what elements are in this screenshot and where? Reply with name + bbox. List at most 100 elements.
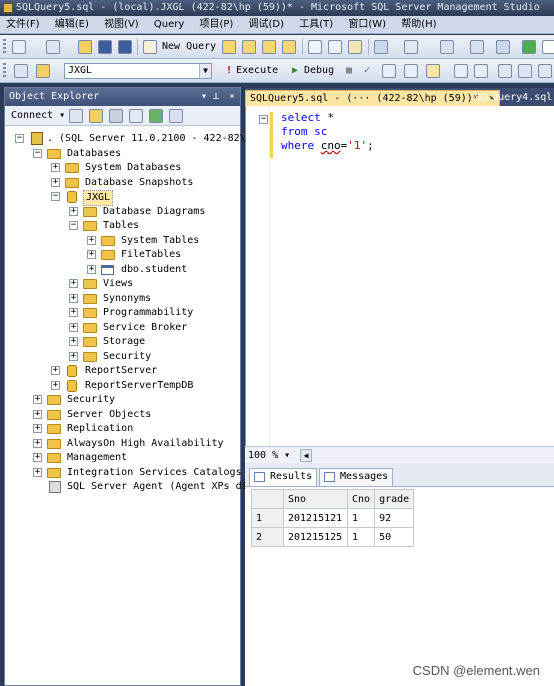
- results-to-text-icon[interactable]: [498, 64, 512, 78]
- change-connection-icon[interactable]: [36, 64, 50, 78]
- cell-sno[interactable]: 201215121: [283, 508, 348, 528]
- menu-window[interactable]: 窗口(W): [342, 16, 392, 33]
- row-number[interactable]: 2: [251, 527, 284, 547]
- pin-icon[interactable]: ▾ ⊥: [201, 88, 219, 106]
- connect-icon[interactable]: [14, 64, 28, 78]
- connect-dropdown[interactable]: Connect ▾: [11, 110, 65, 121]
- expand-icon[interactable]: +: [33, 468, 42, 477]
- refresh-icon[interactable]: [149, 109, 163, 123]
- collapse-region-icon[interactable]: −: [259, 115, 268, 124]
- save-all-icon[interactable]: [118, 40, 132, 54]
- expand-icon[interactable]: +: [69, 294, 78, 303]
- menu-edit[interactable]: 编辑(E): [49, 16, 95, 33]
- expand-icon[interactable]: +: [33, 439, 42, 448]
- expand-icon[interactable]: +: [69, 323, 78, 332]
- debug-play-icon[interactable]: ▶: [292, 64, 298, 78]
- expand-icon[interactable]: +: [87, 236, 96, 245]
- expand-icon[interactable]: +: [87, 250, 96, 259]
- expand-icon[interactable]: +: [69, 337, 78, 346]
- menu-view[interactable]: 视图(V): [98, 16, 145, 33]
- menu-tools[interactable]: 工具(T): [293, 16, 339, 33]
- cell-cno[interactable]: 1: [346, 508, 376, 528]
- cancel-query-icon[interactable]: ■: [346, 64, 352, 78]
- column-header-grade[interactable]: grade: [374, 489, 415, 509]
- collapse-icon[interactable]: −: [15, 134, 24, 143]
- toolbar-grip[interactable]: [3, 63, 6, 79]
- expand-icon[interactable]: +: [51, 178, 60, 187]
- menu-file[interactable]: 文件(F): [0, 16, 46, 33]
- expand-icon[interactable]: +: [33, 424, 42, 433]
- cell-grade[interactable]: 92: [374, 508, 415, 528]
- menu-project[interactable]: 项目(P): [193, 16, 239, 33]
- navigate-backward-icon[interactable]: [440, 40, 454, 54]
- expand-icon[interactable]: +: [33, 453, 42, 462]
- tab-results[interactable]: Results: [249, 468, 318, 486]
- client-statistics-icon[interactable]: [474, 64, 488, 78]
- toolbar-grip[interactable]: [3, 39, 6, 55]
- menu-help[interactable]: 帮助(H): [395, 16, 442, 33]
- connect-object-icon[interactable]: [69, 109, 83, 123]
- undo-icon[interactable]: [374, 40, 388, 54]
- add-item-icon[interactable]: [46, 40, 60, 54]
- display-estimated-plan-icon[interactable]: [382, 64, 396, 78]
- disconnect-icon[interactable]: [89, 109, 103, 123]
- collapse-icon[interactable]: −: [51, 192, 60, 201]
- results-to-file-icon[interactable]: [518, 64, 532, 78]
- collapse-icon[interactable]: −: [33, 149, 42, 158]
- mdx-query-icon[interactable]: [262, 40, 276, 54]
- debug-button[interactable]: Debug: [304, 64, 334, 78]
- row-number[interactable]: 1: [251, 508, 284, 528]
- sql-query-editor[interactable]: − select * from sc where cno='1';: [245, 106, 554, 446]
- zoom-select[interactable]: 100 % ▾: [248, 449, 298, 462]
- open-file-icon[interactable]: [78, 40, 92, 54]
- stop-icon[interactable]: [109, 109, 123, 123]
- available-databases-select[interactable]: JXGL ▼: [64, 63, 212, 79]
- grid-corner[interactable]: [251, 489, 284, 509]
- solution-config-icon[interactable]: [542, 40, 554, 54]
- start-powershell-icon[interactable]: [169, 109, 183, 123]
- results-to-grid-icon[interactable]: [426, 64, 440, 78]
- analysis-query-icon[interactable]: [242, 40, 256, 54]
- new-project-icon[interactable]: [12, 40, 26, 54]
- menu-query[interactable]: Query: [148, 16, 190, 33]
- tab-messages[interactable]: Messages: [319, 468, 394, 486]
- execute-icon[interactable]: !: [226, 64, 232, 78]
- parse-checkmark-icon[interactable]: ✓: [364, 64, 370, 78]
- db-engine-query-icon[interactable]: [222, 40, 236, 54]
- include-plan-icon[interactable]: [454, 64, 468, 78]
- expand-icon[interactable]: +: [51, 381, 60, 390]
- cell-grade[interactable]: 50: [374, 527, 415, 547]
- dmx-query-icon[interactable]: [282, 40, 296, 54]
- expand-icon[interactable]: +: [33, 395, 42, 404]
- execute-button[interactable]: Execute: [236, 64, 278, 78]
- copy-icon[interactable]: [328, 40, 342, 54]
- cell-sno[interactable]: 201215125: [283, 527, 348, 547]
- paste-icon[interactable]: [348, 40, 362, 54]
- filter-icon[interactable]: [129, 109, 143, 123]
- start-debugging-icon[interactable]: [522, 40, 536, 54]
- cut-icon[interactable]: [308, 40, 322, 54]
- tab-sqlquery5[interactable]: SQLQuery5.sql - (··· (422-82\hp (59))* ×: [245, 90, 500, 106]
- new-query-icon[interactable]: [143, 40, 157, 54]
- save-icon[interactable]: [98, 40, 112, 54]
- column-header-sno[interactable]: Sno: [283, 489, 348, 509]
- comment-lines-icon[interactable]: [538, 64, 552, 78]
- collapse-icon[interactable]: −: [69, 221, 78, 230]
- chevron-down-icon[interactable]: ▼: [199, 64, 211, 78]
- expand-icon[interactable]: +: [33, 410, 42, 419]
- expand-icon[interactable]: +: [69, 207, 78, 216]
- expand-icon[interactable]: +: [87, 265, 96, 274]
- expand-icon[interactable]: +: [69, 352, 78, 361]
- expand-icon[interactable]: +: [69, 279, 78, 288]
- redo-icon[interactable]: [404, 40, 418, 54]
- expand-icon[interactable]: +: [51, 163, 60, 172]
- expand-icon[interactable]: +: [51, 366, 60, 375]
- close-icon[interactable]: ×: [229, 88, 235, 106]
- scroll-left-icon[interactable]: ◀: [300, 449, 312, 462]
- column-header-cno[interactable]: Cno: [346, 489, 376, 509]
- query-designer-icon[interactable]: [404, 64, 418, 78]
- cell-cno[interactable]: 1: [346, 527, 376, 547]
- menu-debug[interactable]: 调试(D): [243, 16, 291, 33]
- activity-monitor-icon[interactable]: [496, 40, 510, 54]
- expand-icon[interactable]: +: [69, 308, 78, 317]
